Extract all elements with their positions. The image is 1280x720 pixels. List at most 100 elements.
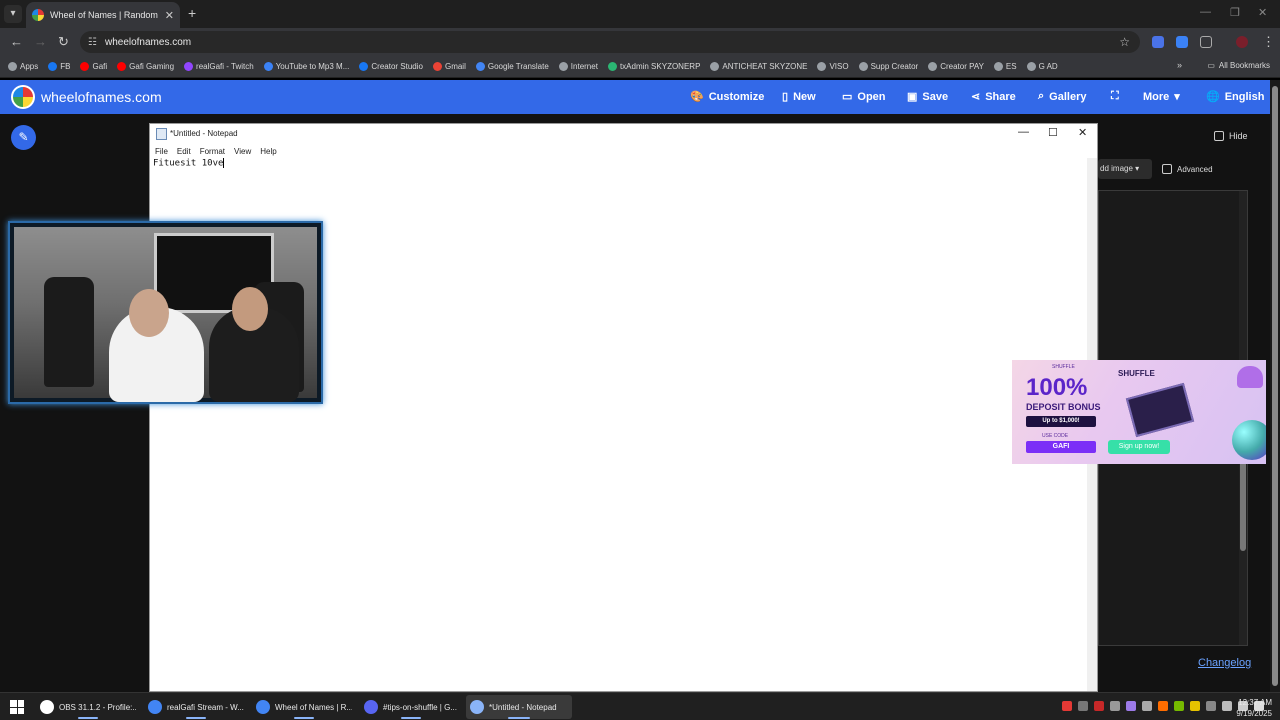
bookmark-item[interactable]: Creator Studio: [359, 62, 423, 71]
all-bookmarks-button[interactable]: ▭ All Bookmarks: [1207, 61, 1270, 70]
profile-avatar[interactable]: [1236, 36, 1248, 48]
bookmark-item[interactable]: Google Translate: [475, 62, 549, 71]
minimize-icon[interactable]: —: [1200, 6, 1211, 18]
tray-nvidia-icon[interactable]: [1174, 701, 1184, 711]
taskbar-app-button[interactable]: realGafi Stream - W...: [144, 695, 248, 719]
notepad-menu-view[interactable]: View: [234, 147, 251, 156]
chrome-menu-icon[interactable]: ⋮: [1262, 34, 1275, 50]
edit-pencil-icon[interactable]: ✎: [11, 125, 36, 150]
back-icon[interactable]: ←: [10, 34, 23, 49]
tray-app-icon[interactable]: [1062, 701, 1072, 711]
bookmark-item[interactable]: VISO: [817, 62, 849, 71]
bookmark-favicon-icon: [263, 62, 273, 71]
tray-app-icon[interactable]: [1158, 701, 1168, 711]
palette-icon: 🎨: [690, 91, 704, 103]
bookmark-item[interactable]: Creator PAY: [928, 62, 984, 71]
bookmark-star-icon[interactable]: ☆: [1119, 35, 1130, 49]
bookmark-label: VISO: [829, 62, 849, 71]
bookmark-item[interactable]: Supp Creator: [858, 62, 918, 71]
bookmarks-overflow-icon[interactable]: »: [1177, 60, 1182, 70]
save-button[interactable]: ▣ Save: [907, 90, 949, 104]
new-label: New: [793, 90, 816, 103]
wheel-logo-icon[interactable]: [11, 85, 35, 109]
browser-tab-wheel-of-names[interactable]: Wheel of Names | Random nam ✕: [26, 2, 180, 28]
taskbar-app-button[interactable]: *Untitled - Notepad: [466, 695, 572, 719]
taskbar-app-button[interactable]: OBS 31.1.2 - Profile:...: [36, 695, 140, 719]
hide-checkbox-box[interactable]: [1214, 131, 1224, 141]
tray-app-icon[interactable]: [1094, 701, 1104, 711]
bookmark-label: Internet: [570, 62, 598, 71]
notepad-title-bar[interactable]: *Untitled - Notepad — ☐ ✕: [150, 124, 1097, 144]
bookmark-item[interactable]: Apps: [8, 62, 38, 71]
tray-app-icon[interactable]: [1190, 701, 1200, 711]
bookmark-item[interactable]: FB: [48, 62, 70, 71]
tray-usb-icon[interactable]: [1206, 701, 1216, 711]
bookmark-item[interactable]: Gmail: [432, 62, 466, 71]
windows-start-icon[interactable]: [10, 700, 24, 714]
notepad-close-icon[interactable]: ✕: [1078, 126, 1087, 139]
site-title[interactable]: wheelofnames.com: [41, 89, 162, 105]
more-button[interactable]: More ▾: [1143, 90, 1180, 104]
bookmark-item[interactable]: txAdmin SKYZONERP: [607, 62, 700, 71]
ad-orb-graphic: [1232, 420, 1266, 460]
taskbar-clock[interactable]: 12:37 AM 9/19/2025: [1236, 697, 1272, 719]
taskbar-app-icon: [40, 700, 54, 714]
save-label: Save: [922, 90, 949, 103]
ad-signup-button[interactable]: Sign up now!: [1108, 440, 1170, 454]
taskbar-app-button[interactable]: #tips-on-shuffle | G...: [360, 695, 462, 719]
reload-icon[interactable]: ↻: [58, 34, 69, 50]
shuffle-ad-banner[interactable]: SHUFFLE 100% DEPOSIT BONUS Up to $1,000!…: [1012, 360, 1266, 464]
notepad-maximize-icon[interactable]: ☐: [1048, 126, 1058, 139]
shield-extension-icon[interactable]: [1176, 36, 1188, 48]
add-image-button[interactable]: dd image ▾: [1098, 159, 1152, 179]
extension-icon[interactable]: [1152, 36, 1164, 48]
open-button[interactable]: ▭ Open: [842, 90, 886, 104]
fullscreen-button[interactable]: ⛶: [1111, 90, 1119, 103]
gallery-button[interactable]: ⌕ Gallery: [1038, 90, 1086, 103]
folder-icon: ▭: [842, 91, 853, 103]
bookmark-item[interactable]: Gafi Gaming: [117, 62, 174, 71]
notepad-menu-help[interactable]: Help: [260, 147, 276, 156]
new-button[interactable]: ▯ New: [782, 90, 816, 104]
bookmark-item[interactable]: YouTube to Mp3 M...: [263, 62, 350, 71]
advanced-checkbox[interactable]: Advanced: [1162, 164, 1213, 174]
notepad-text-area[interactable]: Fituesit 10ve: [153, 158, 225, 169]
tray-app-icon[interactable]: [1078, 701, 1088, 711]
bookmark-item[interactable]: Gafi: [80, 62, 107, 71]
bookmark-label: FB: [60, 62, 71, 71]
share-button[interactable]: ⋖ Share: [971, 90, 1016, 104]
bookmark-item[interactable]: ANTICHEAT SKYZONE: [710, 62, 807, 71]
advanced-checkbox-box[interactable]: [1162, 164, 1172, 174]
bookmark-label: YouTube to Mp3 M...: [275, 62, 350, 71]
entries-scroll-thumb[interactable]: [1240, 461, 1246, 551]
tab-search-icon[interactable]: ▾: [4, 5, 22, 23]
tray-battery-icon[interactable]: [1222, 701, 1232, 711]
bookmark-item[interactable]: G AD: [1026, 62, 1058, 71]
notepad-minimize-icon[interactable]: —: [1018, 126, 1029, 138]
notepad-menu-format[interactable]: Format: [200, 147, 225, 156]
page-scrollbar[interactable]: [1270, 80, 1280, 692]
extensions-puzzle-icon[interactable]: [1200, 36, 1212, 48]
new-tab-icon[interactable]: +: [188, 5, 196, 21]
close-window-icon[interactable]: ✕: [1258, 6, 1267, 19]
address-bar[interactable]: ☷ wheelofnames.com ☆: [80, 31, 1140, 53]
changelog-link[interactable]: Changelog: [1198, 657, 1251, 669]
bookmark-favicon-icon: [993, 62, 1003, 71]
tray-app-icon[interactable]: [1110, 701, 1120, 711]
tray-app-icon[interactable]: [1126, 701, 1136, 711]
restore-icon[interactable]: ❐: [1230, 6, 1240, 19]
page-scroll-thumb[interactable]: [1272, 86, 1278, 686]
taskbar-app-button[interactable]: Wheel of Names | R...: [252, 695, 356, 719]
site-info-icon[interactable]: ☷: [88, 37, 97, 48]
language-button[interactable]: 🌐 English: [1206, 90, 1264, 104]
close-tab-icon[interactable]: ✕: [165, 9, 174, 22]
customize-button[interactable]: 🎨 Customize: [690, 90, 764, 104]
bookmark-item[interactable]: realGafi - Twitch: [184, 62, 254, 71]
hide-checkbox[interactable]: Hide: [1214, 131, 1248, 141]
notepad-menu-file[interactable]: File: [155, 147, 168, 156]
forward-icon[interactable]: →: [34, 34, 47, 49]
bookmark-item[interactable]: Internet: [558, 62, 598, 71]
notepad-menu-edit[interactable]: Edit: [177, 147, 191, 156]
tray-chevron-icon[interactable]: [1142, 701, 1152, 711]
bookmark-item[interactable]: ES: [993, 62, 1017, 71]
